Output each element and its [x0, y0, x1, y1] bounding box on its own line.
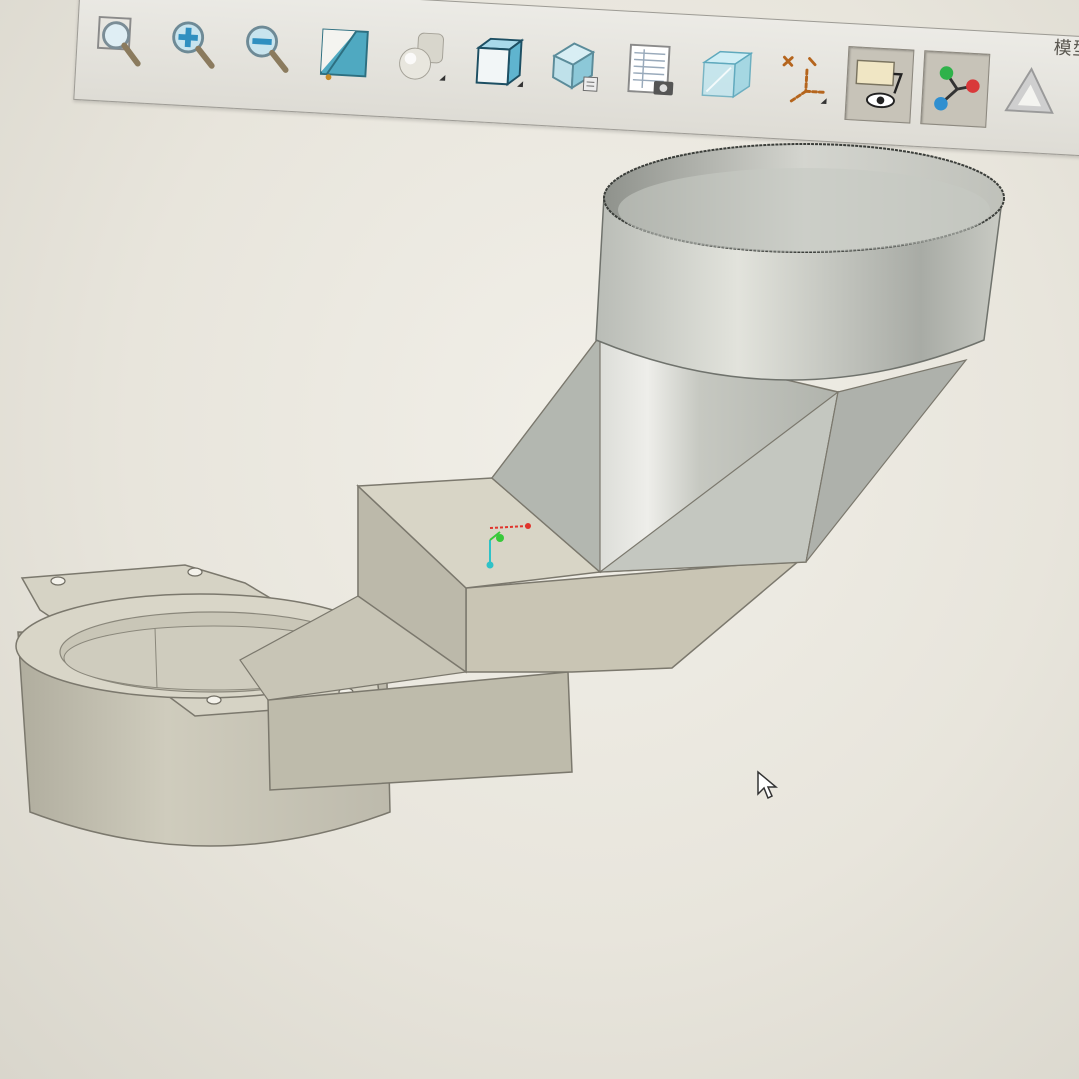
standard-views-button[interactable] — [465, 25, 533, 100]
transparency-button[interactable] — [693, 38, 761, 113]
view-orientation-button[interactable] — [541, 29, 609, 104]
shading-button[interactable] — [387, 20, 455, 95]
eye-filter-icon — [855, 59, 903, 109]
duct-elbow-part — [15, 143, 1005, 847]
shaded-spheres-icon — [399, 32, 446, 81]
mouse-cursor-icon — [757, 770, 778, 800]
section-view-button[interactable] — [311, 16, 379, 91]
cube-view-icon — [475, 37, 525, 88]
zoom-in-button[interactable] — [160, 8, 228, 83]
3d-viewport[interactable] — [0, 110, 1079, 1079]
transparent-box-icon — [701, 50, 754, 99]
zoom-out-icon — [246, 25, 289, 73]
magnifier-icon — [96, 15, 141, 67]
zoom-out-button[interactable] — [233, 12, 301, 87]
section-plane-icon — [319, 28, 369, 81]
zoom-fit-button[interactable] — [86, 4, 154, 79]
axes-icon — [782, 55, 827, 105]
sheet-camera-icon — [627, 43, 674, 96]
model-title-text: 模型意 — [1053, 37, 1079, 62]
cube-orient-icon — [552, 42, 599, 92]
zoom-in-icon — [172, 21, 215, 69]
coordinate-system-button[interactable] — [769, 42, 837, 117]
screen: 模型意 — [0, 0, 1079, 1079]
snapshot-button[interactable] — [617, 33, 685, 108]
